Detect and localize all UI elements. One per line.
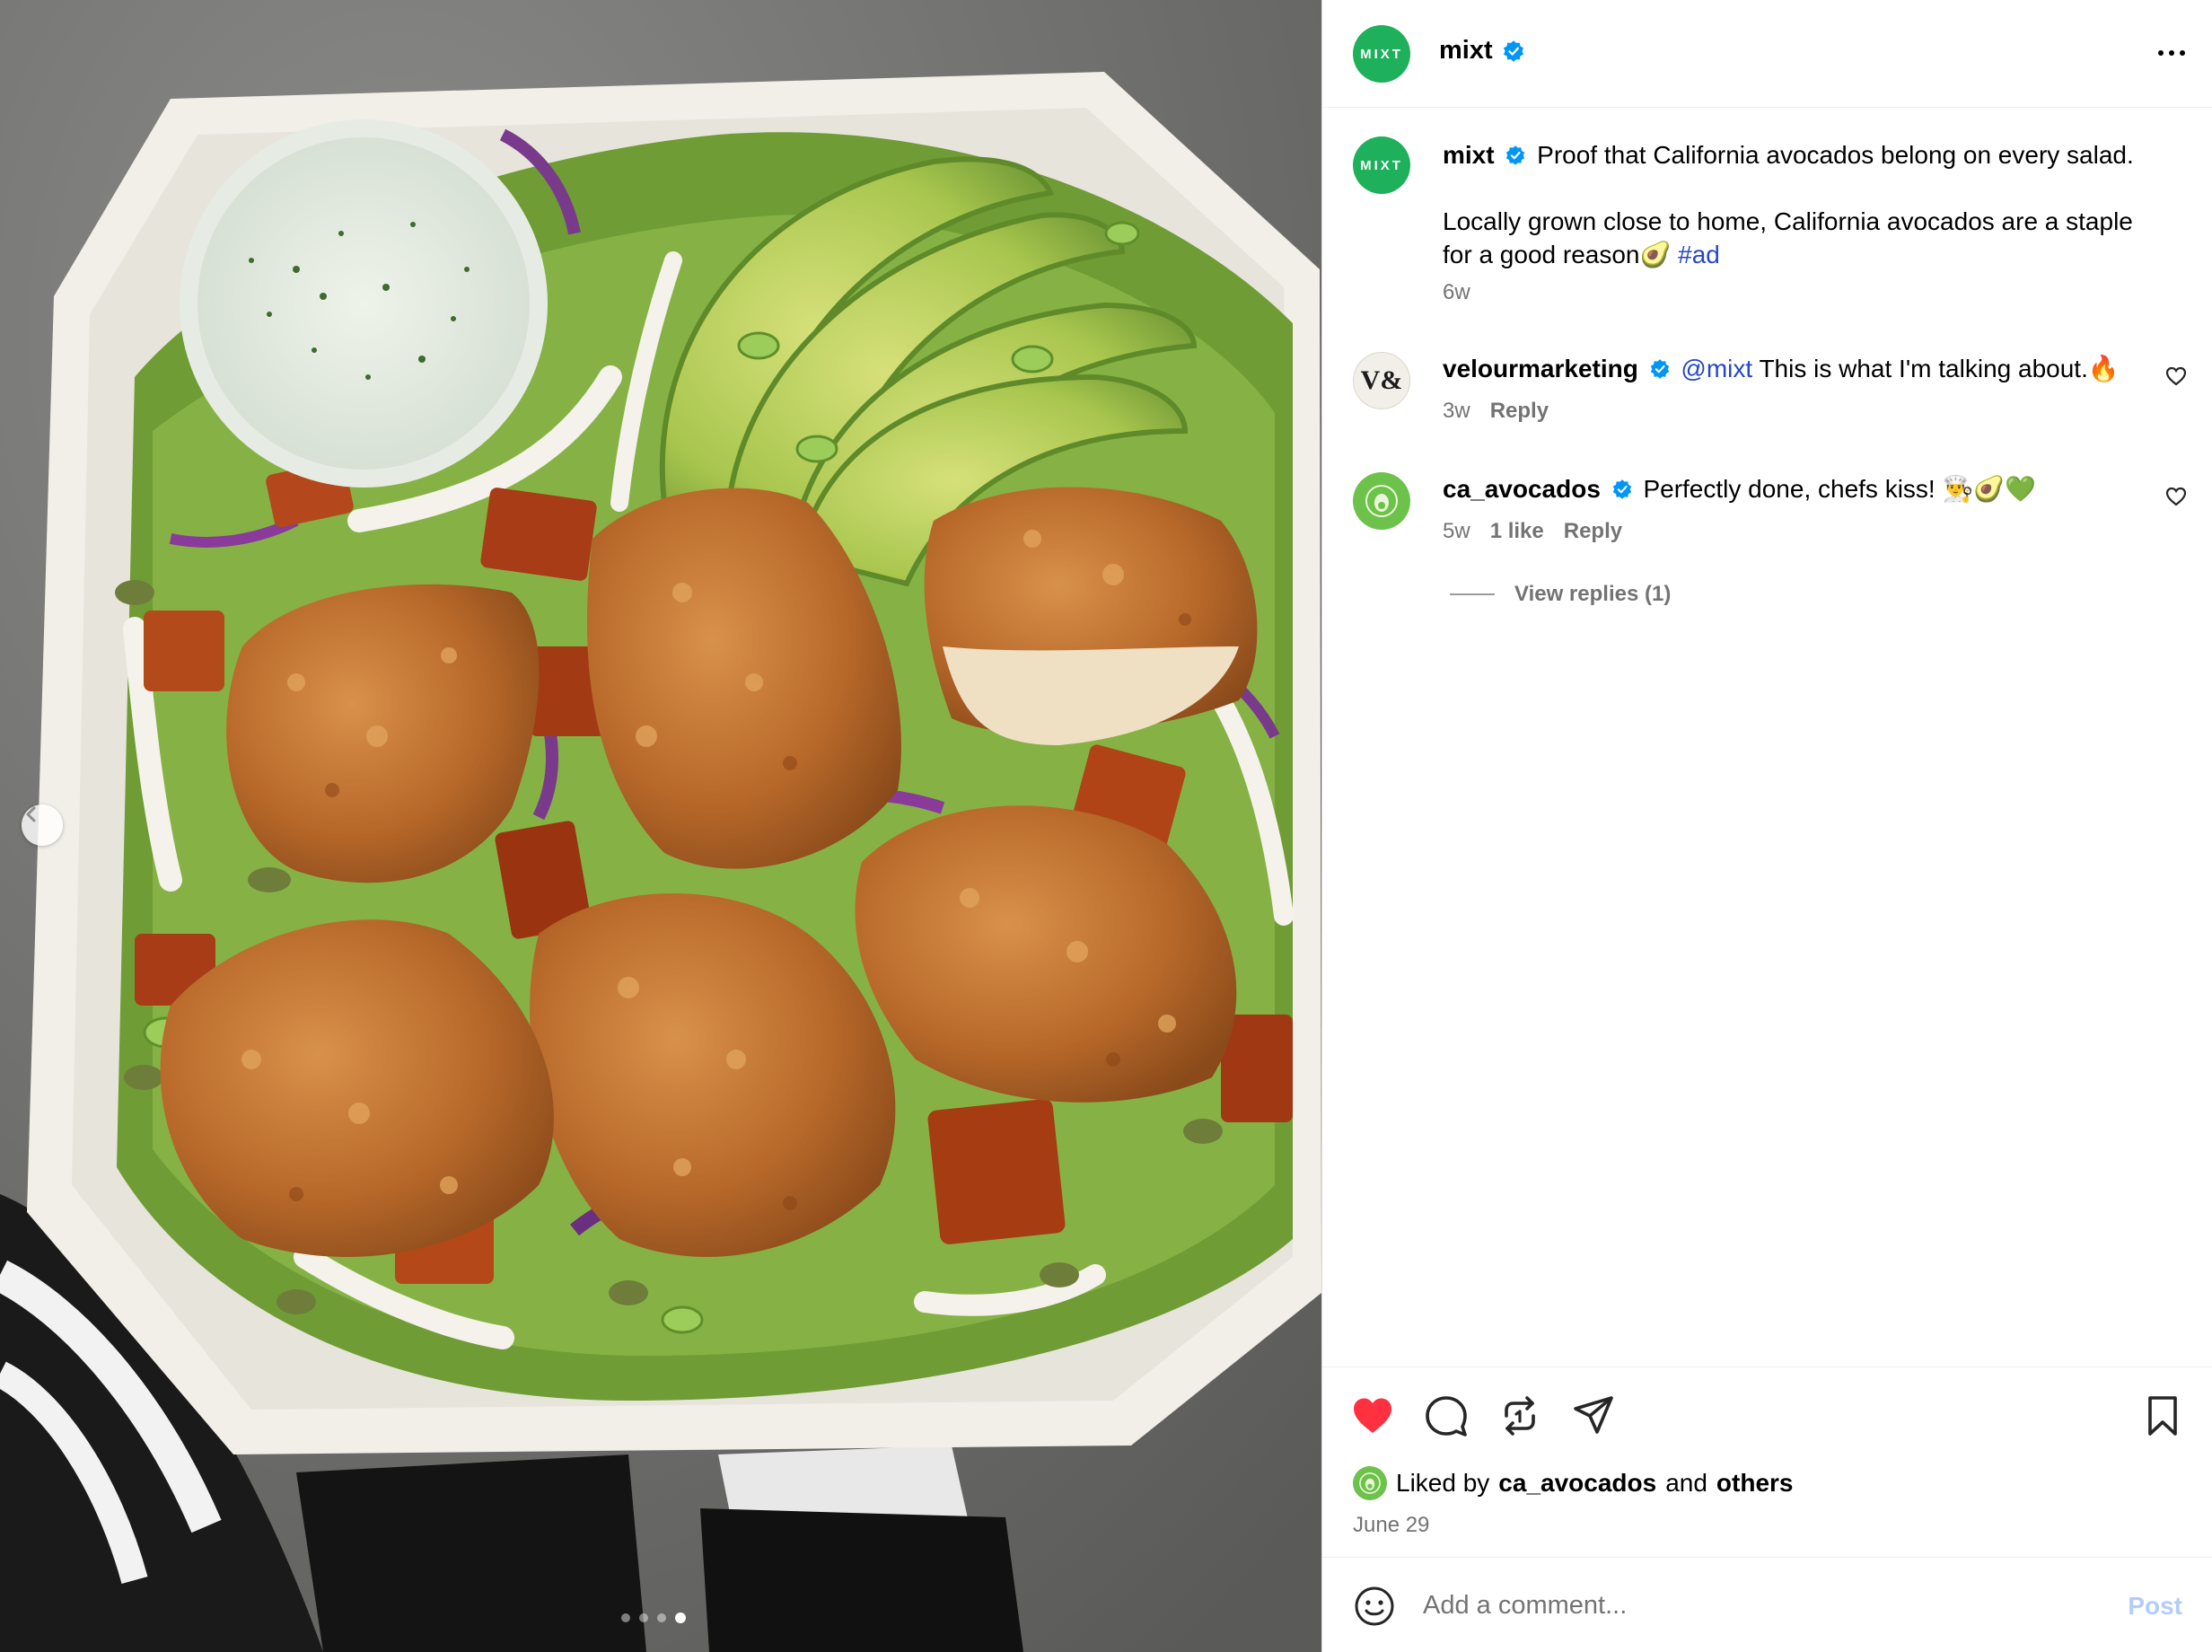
verified-badge-icon [1503,40,1523,62]
comment-meta: 5w 1 like Reply [1443,519,1622,544]
post-header: MIXT mixt [1322,0,2212,108]
author-name-row: mixt [1439,36,1525,66]
comment-username[interactable]: velourmarketing [1443,355,1638,382]
commenter-avatar-text: V& [1360,365,1403,395]
comment-like-heart-icon[interactable] [2164,365,2188,388]
comment-meta: 3w Reply [1443,399,1549,424]
comment-composer: Post [1322,1557,2212,1652]
carousel-indicator [621,1612,686,1623]
author-username[interactable]: mixt [1439,36,1493,66]
comment-age: 3w [1443,399,1470,423]
verified-badge-icon [1612,479,1631,499]
caption-username[interactable]: mixt [1443,141,1495,169]
post-actions: Liked by ca_avocados and others June 29 [1322,1366,2212,1555]
share-send-icon[interactable] [1570,1393,1617,1439]
comment-body: Perfectly done, chefs kiss! 👨‍🍳🥑💚 [1643,475,2037,503]
liked-by-row[interactable]: Liked by ca_avocados and others [1353,1466,1793,1500]
avocado-logo-icon [1359,1472,1381,1494]
liker-avatar [1353,1466,1387,1500]
post-sidebar: MIXT mixt MIXT mixt Proof that Californi… [1321,0,2212,1652]
author-avatar-text: MIXT [1360,46,1403,62]
comment-mention[interactable]: @mixt [1681,355,1752,382]
comment-likes-count[interactable]: 1 like [1490,519,1544,544]
more-options-button[interactable] [2154,40,2190,66]
comment-bubble-icon[interactable] [1423,1393,1470,1439]
comment-text: ca_avocados Perfectly done, chefs kiss! … [1443,472,2143,505]
repost-icon[interactable] [1497,1393,1543,1439]
caption-age: 6w [1443,280,1470,304]
view-replies-label: View replies (1) [1514,582,1672,606]
emoji-picker-icon[interactable] [1353,1585,1396,1628]
like-heart-icon[interactable] [1349,1393,1396,1439]
carousel-dot [621,1613,630,1622]
carousel-previous-button[interactable] [22,804,63,846]
carousel-dot [657,1613,666,1622]
comment-like-heart-icon[interactable] [2164,485,2188,508]
liked-by-joiner: and [1665,1469,1707,1497]
salad-photo [0,0,1321,1652]
reply-button[interactable]: Reply [1490,399,1549,424]
author-avatar[interactable]: MIXT [1353,25,1410,83]
caption-line-2: Locally grown close to home, California … [1443,207,2133,268]
verified-badge-icon [1506,145,1525,165]
caption-line-1: Proof that California avocados belong on… [1537,141,2134,169]
comment-age: 5w [1443,519,1470,543]
caption-avatar-text: MIXT [1360,157,1403,173]
commenter-avatar[interactable]: V& [1353,352,1410,409]
post-media[interactable] [0,0,1321,1652]
comment-body: This is what I'm talking about.🔥 [1759,355,2120,382]
carousel-dot-active [675,1612,686,1623]
comment-text: velourmarketing @mixt This is what I'm t… [1443,352,2143,385]
liked-by-others[interactable]: others [1716,1469,1794,1498]
chevron-left-icon [26,806,36,822]
liked-by-user[interactable]: ca_avocados [1498,1469,1656,1498]
save-bookmark-icon[interactable] [2139,1393,2186,1439]
reply-button[interactable]: Reply [1564,519,1622,544]
verified-badge-icon [1650,359,1669,379]
more-dot [2180,50,2185,56]
post-date: June 29 [1353,1513,1430,1537]
more-dot [2158,50,2164,56]
caption-avatar[interactable]: MIXT [1353,136,1410,194]
comment-username[interactable]: ca_avocados [1443,475,1601,503]
post-comment-button[interactable]: Post [2128,1592,2182,1621]
caption-text: mixt Proof that California avocados belo… [1443,138,2143,271]
caption-meta: 6w [1443,280,1470,305]
view-replies-line [1450,593,1495,595]
carousel-dot [639,1613,648,1622]
comment-input[interactable] [1423,1583,2087,1628]
liked-by-prefix: Liked by [1396,1469,1490,1497]
avocado-logo-icon [1365,485,1398,517]
commenter-avatar[interactable] [1353,472,1410,530]
view-replies-button[interactable]: View replies (1) [1450,582,1671,607]
action-icons [1349,1393,1617,1439]
more-dot [2169,50,2174,56]
hashtag-link[interactable]: #ad [1678,241,1720,268]
